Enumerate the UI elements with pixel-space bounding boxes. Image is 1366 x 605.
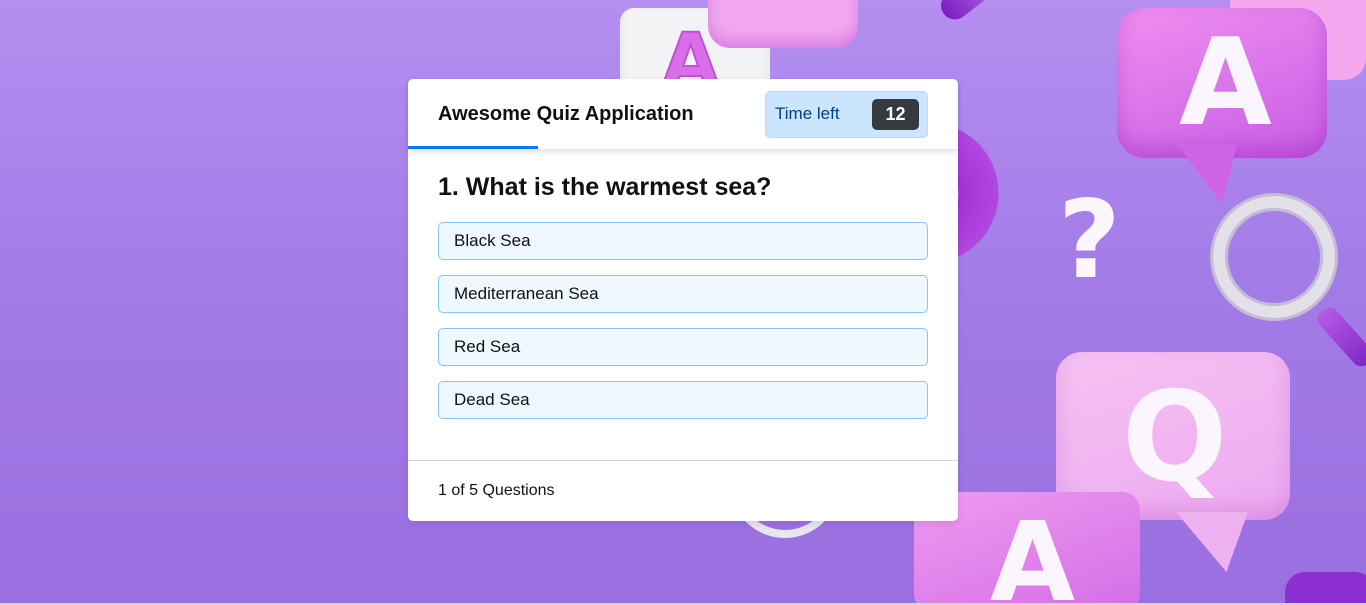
timer: Time left 12 <box>765 90 928 138</box>
option-mediterranean-sea[interactable]: Mediterranean Sea <box>438 275 928 313</box>
magnifier-handle-decoration <box>1313 303 1366 371</box>
quiz-body: 1. What is the warmest sea? Black Sea Me… <box>408 149 958 454</box>
corner-decoration <box>1285 572 1366 605</box>
speech-bubble-decoration <box>708 0 858 48</box>
question-text: 1. What is the warmest sea? <box>438 173 772 201</box>
quiz-footer: 1 of 5 Questions <box>408 460 958 521</box>
letter-a-bubble-decoration: A <box>1117 8 1327 158</box>
option-dead-sea[interactable]: Dead Sea <box>438 381 928 419</box>
pen-decoration <box>935 0 1016 26</box>
time-progress-line <box>408 146 538 149</box>
option-list: Black Sea Mediterranean Sea Red Sea Dead… <box>438 222 928 419</box>
question-counter: 1 of 5 Questions <box>438 482 555 499</box>
letter-a-glyph: A <box>1179 14 1272 153</box>
option-black-sea[interactable]: Black Sea <box>438 222 928 260</box>
quiz-header: Awesome Quiz Application Time left 12 <box>408 79 958 149</box>
magnifier-decoration <box>1213 196 1335 318</box>
question-mark-decoration: ? <box>1058 178 1121 303</box>
option-red-sea[interactable]: Red Sea <box>438 328 928 366</box>
letter-a-glyph: A <box>990 498 1076 605</box>
letter-q-glyph: Q <box>1122 366 1228 510</box>
timer-label: Time left <box>775 104 840 123</box>
quiz-title: Awesome Quiz Application <box>438 102 694 125</box>
timer-seconds: 12 <box>872 98 919 130</box>
quiz-box: Awesome Quiz Application Time left 12 1.… <box>408 79 958 521</box>
